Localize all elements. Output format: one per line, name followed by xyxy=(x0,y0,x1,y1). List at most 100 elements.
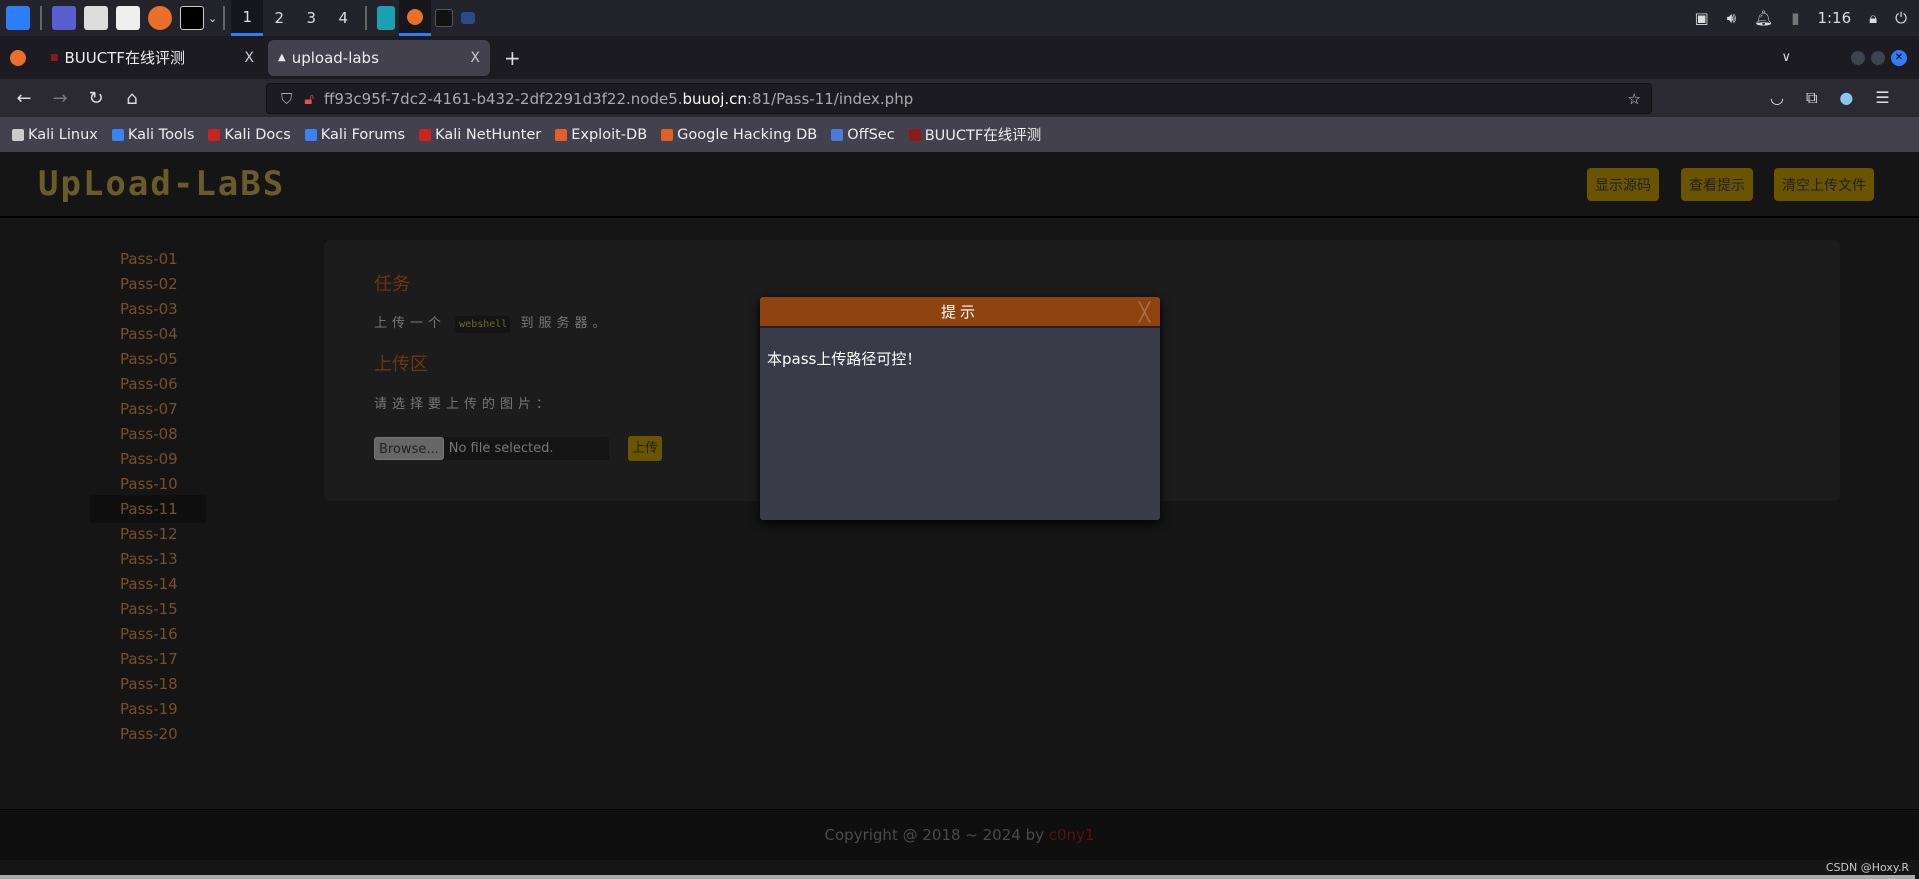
dialog-title: 提示 xyxy=(760,297,1160,328)
upload-button[interactable]: 上传 xyxy=(628,436,663,461)
sidebar-item-pass-09[interactable]: Pass-09 xyxy=(90,445,206,473)
list-tabs-chevron-icon[interactable]: ∨ xyxy=(1781,50,1791,65)
sidebar-item-pass-05[interactable]: Pass-05 xyxy=(90,345,206,373)
extensions-icon[interactable]: ⧉ xyxy=(1806,88,1817,108)
firefox-icon[interactable] xyxy=(148,6,172,30)
shield-icon[interactable]: ⛉ xyxy=(281,90,292,108)
workspace-4[interactable]: 4 xyxy=(327,0,359,36)
bookmark-item[interactable]: Kali Docs xyxy=(208,126,291,143)
bookmark-item[interactable]: Google Hacking DB xyxy=(661,127,817,143)
sidebar-item-pass-06[interactable]: Pass-06 xyxy=(90,370,206,398)
bookmark-item[interactable]: BUUCTF在线评测 xyxy=(908,124,1042,145)
sidebar-item-pass-04[interactable]: Pass-04 xyxy=(90,320,206,348)
url-domain: buuoj.cn xyxy=(682,89,747,108)
clock[interactable]: 1:16 xyxy=(1817,9,1851,27)
task-heading: 任务 xyxy=(374,274,410,295)
bookmark-favicon-icon xyxy=(419,128,432,141)
sidebar-item-pass-14[interactable]: Pass-14 xyxy=(90,570,206,598)
bookmark-item[interactable]: Kali Forums xyxy=(304,126,406,143)
browse-button[interactable]: Browse... xyxy=(374,437,444,460)
sidebar-item-pass-08[interactable]: Pass-08 xyxy=(90,420,206,448)
volume-icon[interactable]: 🔊︎ xyxy=(1727,9,1736,27)
sidebar-item-pass-19[interactable]: Pass-19 xyxy=(90,695,206,723)
sidebar-item-pass-18[interactable]: Pass-18 xyxy=(90,670,206,698)
sidebar-item-pass-03[interactable]: Pass-03 xyxy=(90,295,206,323)
bookmark-item[interactable]: Kali NetHunter xyxy=(419,127,541,143)
battery-icon[interactable]: ▮ xyxy=(1791,9,1799,27)
sidebar-item-pass-17[interactable]: Pass-17 xyxy=(90,645,206,673)
profile-icon[interactable]: ● xyxy=(1839,88,1853,108)
bookmark-item[interactable]: OffSec xyxy=(831,127,895,143)
sidebar-item-pass-12[interactable]: Pass-12 xyxy=(90,520,206,548)
close-icon[interactable]: ╳ xyxy=(1139,302,1150,323)
close-tab-icon[interactable]: X xyxy=(470,50,480,66)
tab-buuctf[interactable]: ■ BUUCTF在线评测 X xyxy=(40,40,264,76)
sidebar-item-pass-20[interactable]: Pass-20 xyxy=(90,720,206,748)
bookmark-label: Kali Docs xyxy=(224,126,291,143)
forward-icon[interactable]: → xyxy=(42,88,78,109)
bookmark-label: BUUCTF在线评测 xyxy=(924,128,1042,144)
sidebar-item-pass-16[interactable]: Pass-16 xyxy=(90,620,206,648)
sidebar-item-pass-13[interactable]: Pass-13 xyxy=(90,545,206,573)
menu-icon[interactable]: ☰ xyxy=(1875,88,1889,108)
minimize-button[interactable] xyxy=(1851,50,1865,65)
tab-upload-labs[interactable]: ▲ upload-labs X xyxy=(268,39,490,76)
dialog-message: 本pass上传路径可控！ xyxy=(767,350,922,368)
pocket-icon[interactable]: ◡ xyxy=(1770,88,1784,108)
watermark: CSDN @Hoxy.R xyxy=(1825,861,1909,874)
bookmark-label: Google Hacking DB xyxy=(677,126,818,143)
bookmark-item[interactable]: Kali Linux xyxy=(12,127,98,143)
upload-heading: 上传区 xyxy=(374,354,428,375)
window-icon[interactable] xyxy=(461,12,476,24)
horizontal-scrollbar[interactable] xyxy=(0,875,1915,879)
firefox-window-icon[interactable] xyxy=(399,0,432,36)
sidebar-item-pass-02[interactable]: Pass-02 xyxy=(90,270,206,298)
kali-menu-icon[interactable] xyxy=(6,6,30,30)
bookmark-favicon-icon xyxy=(555,128,568,141)
bookmark-star-icon[interactable]: ☆ xyxy=(1628,90,1641,108)
new-tab-button[interactable]: + xyxy=(504,46,521,70)
file-input[interactable]: Browse... No file selected. xyxy=(374,437,609,460)
maximize-button[interactable] xyxy=(1871,50,1885,65)
bookmark-favicon-icon xyxy=(304,128,317,141)
terminal-app-icon[interactable] xyxy=(52,6,76,30)
bookmark-item[interactable]: Exploit-DB xyxy=(555,127,647,143)
clear-uploads-button[interactable]: 清空上传文件 xyxy=(1774,168,1874,201)
close-window-button[interactable]: ✕ xyxy=(1891,49,1907,66)
network-icon[interactable]: ▣ xyxy=(1695,9,1709,27)
author-link[interactable]: c0ny1 xyxy=(1049,826,1095,844)
bookmark-favicon-icon xyxy=(111,128,124,141)
sidebar-item-pass-01[interactable]: Pass-01 xyxy=(90,245,206,273)
lock-icon[interactable]: 🔒︎ xyxy=(1869,9,1877,27)
insecure-lock-icon[interactable]: 🔓︎ xyxy=(304,90,314,108)
home-icon[interactable]: ⌂ xyxy=(114,88,150,109)
buuctf-favicon-icon: ■ xyxy=(50,52,59,63)
burp-icon[interactable] xyxy=(377,6,396,30)
workspace-2[interactable]: 2 xyxy=(263,0,295,36)
sidebar-item-pass-10[interactable]: Pass-10 xyxy=(90,470,206,498)
terminal-window-icon[interactable] xyxy=(435,9,454,27)
logo: UpLoad-LaBS xyxy=(38,164,286,204)
notification-bell-icon[interactable]: 🔔︎ xyxy=(1754,9,1773,27)
bookmark-item[interactable]: Kali Tools xyxy=(111,127,194,143)
back-icon[interactable]: ← xyxy=(6,88,42,109)
sidebar-item-pass-11[interactable]: Pass-11 xyxy=(90,495,206,523)
sidebar-item-pass-15[interactable]: Pass-15 xyxy=(90,595,206,623)
sidebar-item-pass-07[interactable]: Pass-07 xyxy=(90,395,206,423)
terminal-icon[interactable] xyxy=(180,6,204,30)
show-source-button[interactable]: 显示源码 xyxy=(1587,168,1659,201)
power-icon[interactable]: ⏻ xyxy=(1895,9,1907,27)
close-tab-icon[interactable]: X xyxy=(244,50,254,66)
workspace-3[interactable]: 3 xyxy=(295,0,327,36)
reload-icon[interactable]: ↻ xyxy=(78,88,114,109)
view-hint-button[interactable]: 查看提示 xyxy=(1681,168,1753,201)
url-suffix: :81/Pass-11/index.php xyxy=(746,89,914,108)
workspace-1[interactable]: 1 xyxy=(231,0,264,36)
tab-bar: ■ BUUCTF在线评测 X ▲ upload-labs X + ∨ ✕ xyxy=(0,36,1919,79)
file-manager-icon[interactable] xyxy=(84,6,108,30)
url-bar[interactable]: ⛉ 🔓︎ ff93c95f-7dc2-4161-b432-2df2291d3f2… xyxy=(266,83,1652,114)
bookmark-label: Kali Forums xyxy=(320,126,406,143)
text-editor-icon[interactable] xyxy=(116,6,140,30)
firefox-view-icon[interactable] xyxy=(0,49,36,66)
chevron-down-icon[interactable]: ⌄ xyxy=(208,12,217,25)
